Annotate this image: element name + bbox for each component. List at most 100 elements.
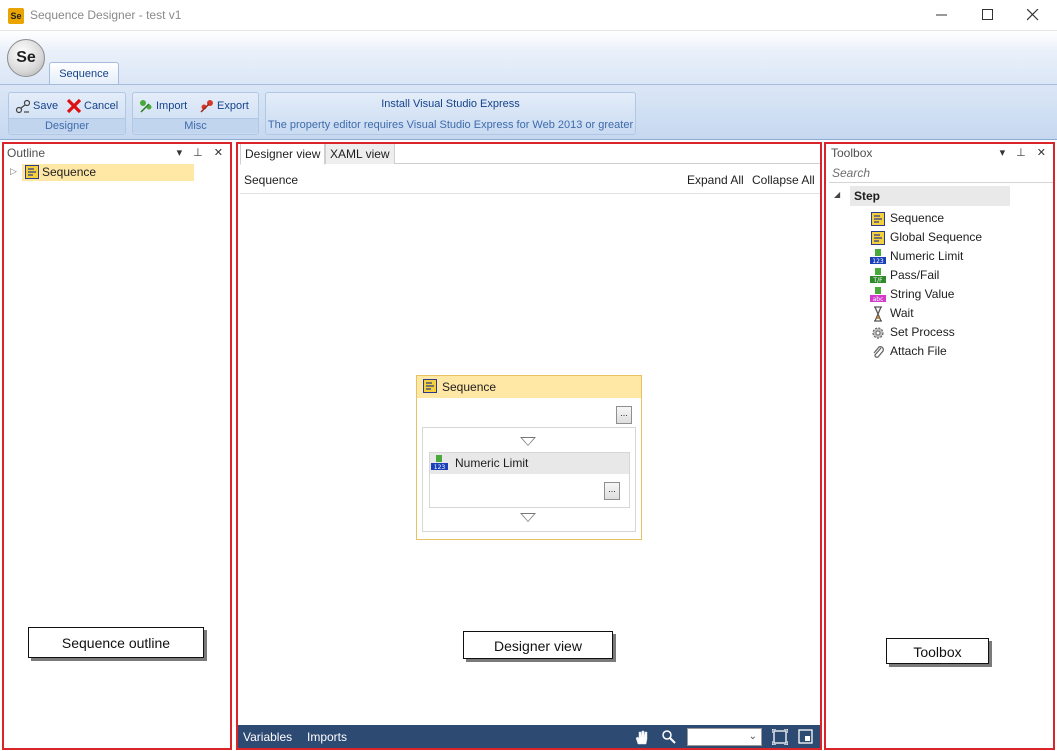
fit-to-screen-icon[interactable] (772, 729, 788, 745)
toolbox-item-label: Global Sequence (890, 230, 983, 244)
tab-xaml-view[interactable]: XAML view (325, 143, 395, 164)
ribbon-group-label-misc: Misc (133, 118, 258, 133)
export-icon (200, 100, 213, 113)
designer-tab-strip: Designer view XAML view (240, 143, 820, 165)
outline-header: Outline ▾ ⊥ ✕ (3, 143, 231, 163)
toolbox-search-input[interactable]: Search (829, 165, 1053, 183)
string-value-icon: abc (870, 286, 886, 303)
minimize-icon (936, 14, 947, 16)
callout-sequence-outline: Sequence outline (28, 627, 204, 658)
numeric-limit-activity-title: Numeric Limit (455, 456, 529, 470)
pan-hand-icon[interactable] (634, 729, 650, 745)
import-button[interactable]: Import (138, 97, 187, 115)
designer-breadcrumb-bar: Sequence Expand All Collapse All (240, 164, 820, 194)
sequence-activity-title: Sequence (442, 379, 497, 394)
drop-arrow-bottom[interactable] (520, 513, 536, 522)
maximize-icon (982, 9, 993, 20)
numeric-limit-activity[interactable]: Numeric Limit (429, 452, 630, 508)
zoom-magnifier-icon[interactable] (661, 729, 677, 745)
outline-tree-item-sequence[interactable]: Sequence (22, 164, 194, 181)
window-title: Sequence Designer - test v1 (30, 8, 182, 22)
export-label: Export (217, 100, 249, 112)
sequence-icon (25, 165, 39, 179)
install-visual-studio-link[interactable]: Install Visual Studio Express (266, 98, 635, 110)
maximize-button[interactable] (965, 0, 1011, 31)
callout-designer-view: Designer view (463, 631, 613, 659)
sequence-activity-header: Sequence (417, 376, 641, 398)
overview-map-icon[interactable] (798, 729, 814, 745)
toolbox-item-label: Set Process (890, 325, 955, 339)
numeric-limit-activity-header: Numeric Limit (430, 453, 629, 474)
save-icon (15, 99, 31, 114)
drop-arrow-top[interactable] (520, 437, 536, 446)
zoom-dropdown[interactable]: ⌄ (687, 728, 762, 746)
cancel-icon (66, 98, 82, 114)
toolbox-item-label: Numeric Limit (890, 249, 964, 263)
toolbox-item-label: Sequence (890, 211, 945, 225)
expand-all-button[interactable]: Expand All (687, 164, 744, 196)
ribbon-group-notice: Install Visual Studio Express The proper… (265, 92, 636, 135)
toolbox-item-label: String Value (890, 287, 955, 301)
toolbox-item-numeric-limit[interactable]: 123 Numeric Limit (870, 247, 963, 266)
imports-button[interactable]: Imports (307, 725, 347, 749)
tab-designer-view[interactable]: Designer view (240, 143, 326, 165)
minimize-button[interactable] (919, 0, 965, 31)
collapse-all-button[interactable]: Collapse All (752, 164, 815, 196)
hourglass-icon (874, 306, 882, 322)
svg-text:123: 123 (872, 258, 884, 265)
sequence-expand-button[interactable]: ... (616, 406, 632, 424)
save-label: Save (33, 100, 59, 112)
ribbon-group-misc: Import Export Misc (132, 92, 259, 135)
toolbox-item-label: Wait (890, 306, 914, 320)
sequence-icon (423, 379, 437, 394)
ribbon-group-designer: Save Cancel Designer (8, 92, 126, 135)
toolbox-item-pass-fail[interactable]: T/F Pass/Fail (870, 266, 939, 285)
numeric-limit-icon: 123 (431, 455, 448, 471)
toolbox-item-set-process[interactable]: Set Process (870, 323, 955, 342)
property-editor-notice: The property editor requires Visual Stud… (267, 119, 634, 131)
gear-icon (872, 327, 884, 339)
svg-text:123: 123 (434, 464, 446, 471)
pass-fail-icon: T/F (870, 267, 886, 284)
ribbon-tab-sequence[interactable]: Sequence (49, 62, 119, 85)
toolbox-header-buttons[interactable]: ▾ ⊥ ✕ (1000, 143, 1050, 163)
svg-text:T/F: T/F (872, 277, 883, 284)
export-button[interactable]: Export (199, 97, 249, 115)
toolbox-item-attach-file[interactable]: Attach File (870, 342, 947, 361)
title-bar: Se Sequence Designer - test v1 (0, 0, 1057, 31)
cancel-label: Cancel (84, 100, 119, 112)
toolbox-item-wait[interactable]: Wait (870, 304, 914, 323)
app-icon: Se (8, 8, 24, 24)
breadcrumb[interactable]: Sequence (244, 164, 298, 196)
callout-toolbox: Toolbox (886, 638, 989, 664)
ribbon-group-label-designer: Designer (9, 118, 125, 133)
application-menu-button[interactable]: Se (7, 39, 45, 77)
paperclip-icon (873, 345, 884, 358)
close-icon (1026, 8, 1039, 21)
close-button[interactable] (1010, 0, 1056, 31)
toolbox-item-label: Pass/Fail (890, 268, 940, 282)
import-label: Import (156, 100, 188, 112)
toolbox-category-step[interactable]: Step (850, 186, 1010, 206)
sequence-icon (871, 211, 885, 226)
toolbox-item-string-value[interactable]: abc String Value (870, 285, 954, 304)
toolbox-header: Toolbox ▾ ⊥ ✕ (827, 143, 1054, 163)
ribbon-body: Save Cancel Designer Import Export Misc … (0, 84, 1057, 140)
outline-item-label: Sequence (42, 165, 97, 179)
numeric-limit-icon: 123 (870, 248, 886, 265)
import-icon (140, 100, 152, 113)
cancel-button[interactable]: Cancel (66, 97, 118, 115)
category-expander-icon[interactable]: ◢ (834, 190, 840, 199)
numeric-limit-expand-button[interactable]: ... (604, 482, 620, 500)
variables-button[interactable]: Variables (243, 725, 292, 749)
outline-header-buttons[interactable]: ▾ ⊥ ✕ (177, 143, 227, 163)
toolbox-item-sequence[interactable]: Sequence (870, 209, 944, 228)
toolbox-item-global-sequence[interactable]: Global Sequence (870, 228, 982, 247)
ribbon-tab-strip (0, 31, 1057, 84)
save-button[interactable]: Save (15, 97, 58, 115)
toolbox-title: Toolbox (831, 146, 873, 160)
svg-text:abc: abc (873, 296, 884, 303)
outline-title: Outline (7, 146, 46, 160)
tree-expander-icon[interactable]: ▷ (10, 166, 17, 177)
toolbox-item-label: Attach File (890, 344, 947, 358)
